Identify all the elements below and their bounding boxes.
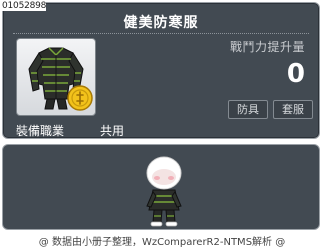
gold-coin-icon (67, 85, 93, 111)
job-value: 共用 (100, 124, 125, 138)
power-increase-label: 戰鬥力提升量 (229, 40, 305, 54)
character-avatar-icon (146, 156, 182, 227)
footer-credit: @ 数据由小册子整理，WzComparerR2-NTMS解析 @ (38, 237, 286, 248)
item-icon-frame (16, 38, 96, 116)
item-info-panel: 健美防寒服 戰鬥力提升量 0 防具 套服 裝備職業 共用 (2, 2, 320, 139)
job-label: 裝備職業 (16, 124, 65, 138)
item-id: 01052898 (2, 1, 47, 11)
title-divider (13, 33, 309, 34)
category-set-tag: 套服 (273, 100, 313, 119)
avatar-preview-panel (2, 144, 320, 230)
item-tooltip-screenshot: 01052898 健美防寒服 戰鬥力提升量 0 防具 套服 裝備職業 共用 @ … (0, 0, 324, 249)
item-name: 健美防寒服 (123, 15, 199, 31)
power-increase-value: 0 (286, 59, 305, 89)
category-armor-tag: 防具 (228, 100, 268, 119)
character-preview-avatar (139, 152, 189, 234)
